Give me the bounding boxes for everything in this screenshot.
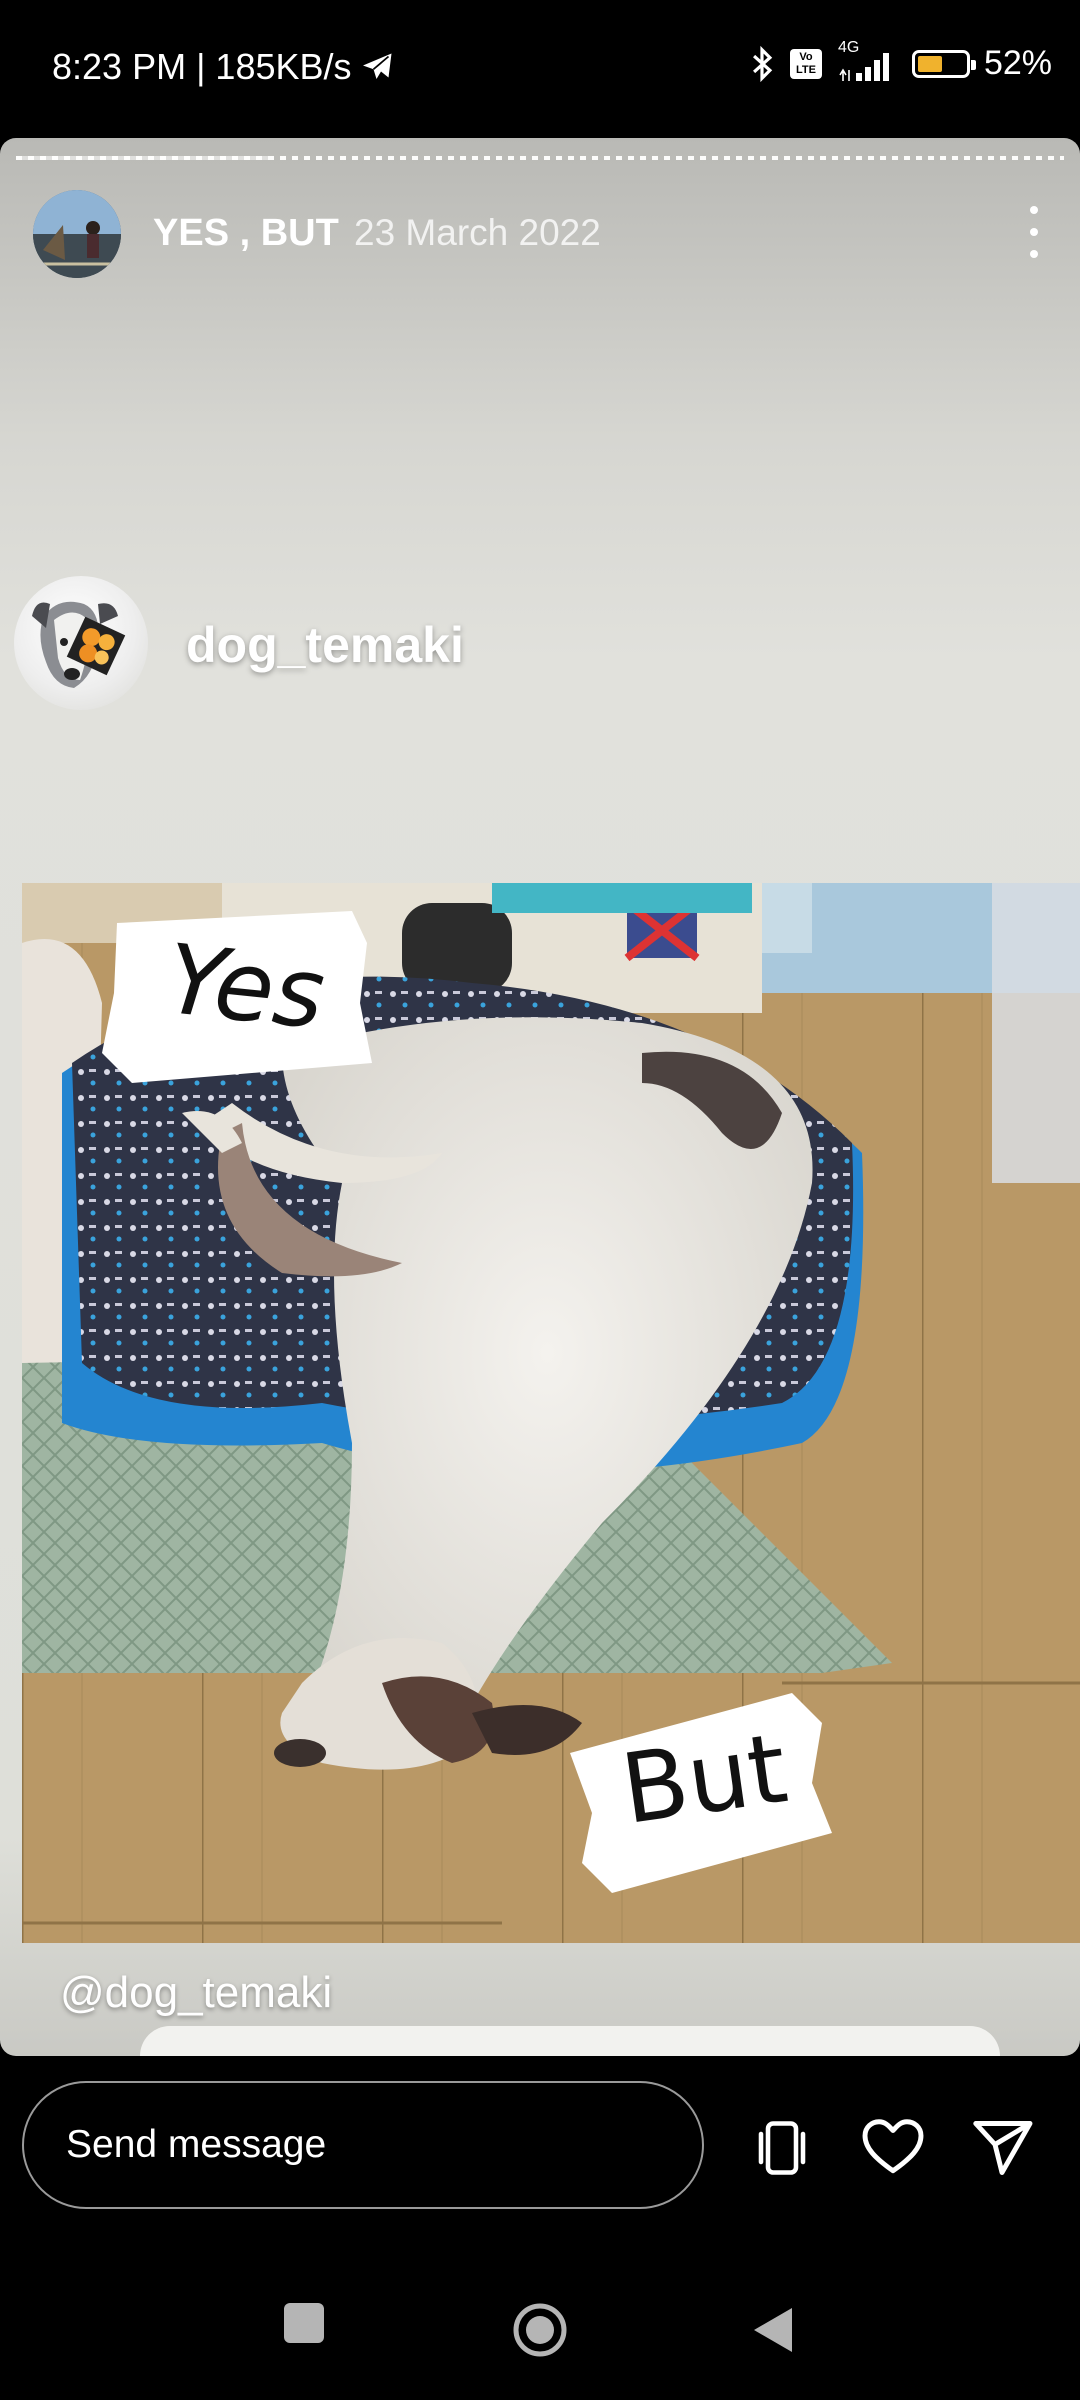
send-icon[interactable] — [966, 2112, 1038, 2184]
story-photo: Yes But — [22, 883, 1080, 1943]
post-author-avatar — [14, 576, 148, 710]
more-options-icon[interactable] — [1014, 206, 1054, 258]
status-bar: 8:23 PM | 185KB/s Vo LTE 4G 52% — [0, 0, 1080, 135]
bluetooth-icon — [752, 45, 773, 82]
heart-icon[interactable] — [857, 2112, 929, 2184]
story-viewer[interactable]: YES , BUT 23 March 2022 dog_temaki Yes B… — [0, 138, 1080, 2056]
caption-yes: Yes — [161, 923, 330, 1051]
story-date: 23 March 2022 — [354, 212, 601, 253]
caption-but: But — [615, 1712, 794, 1846]
battery-percent: 52% — [983, 44, 1052, 82]
mention-tag[interactable]: @dog_temaki — [60, 1968, 332, 2018]
home-circle-icon[interactable] — [512, 2302, 568, 2363]
shake-icon[interactable] — [746, 2112, 818, 2184]
signal-icon: 4G — [836, 39, 898, 83]
status-left: 8:23 PM | 185KB/s — [52, 46, 396, 88]
send-message-placeholder: Send message — [66, 2123, 327, 2166]
send-message-input[interactable]: Send message — [22, 2081, 704, 2209]
recents-square-icon[interactable] — [284, 2303, 324, 2343]
battery-fill — [917, 55, 942, 72]
story-progress-fill — [16, 156, 268, 160]
back-triangle-icon[interactable] — [752, 2306, 794, 2359]
sheet-peek — [140, 2026, 1000, 2056]
volte-icon: Vo LTE — [789, 48, 822, 79]
status-time-speed: 8:23 PM | 185KB/s — [52, 46, 352, 87]
status-right: Vo LTE 4G 52% — [748, 39, 1052, 83]
telegram-icon — [362, 53, 392, 79]
account-avatar[interactable] — [33, 190, 121, 278]
story-progress-bar — [16, 156, 1064, 160]
volte-label: Vo LTE — [795, 50, 816, 76]
battery-icon — [911, 49, 976, 78]
account-name[interactable]: YES , BUT — [153, 212, 339, 255]
post-username[interactable]: dog_temaki — [186, 616, 464, 674]
